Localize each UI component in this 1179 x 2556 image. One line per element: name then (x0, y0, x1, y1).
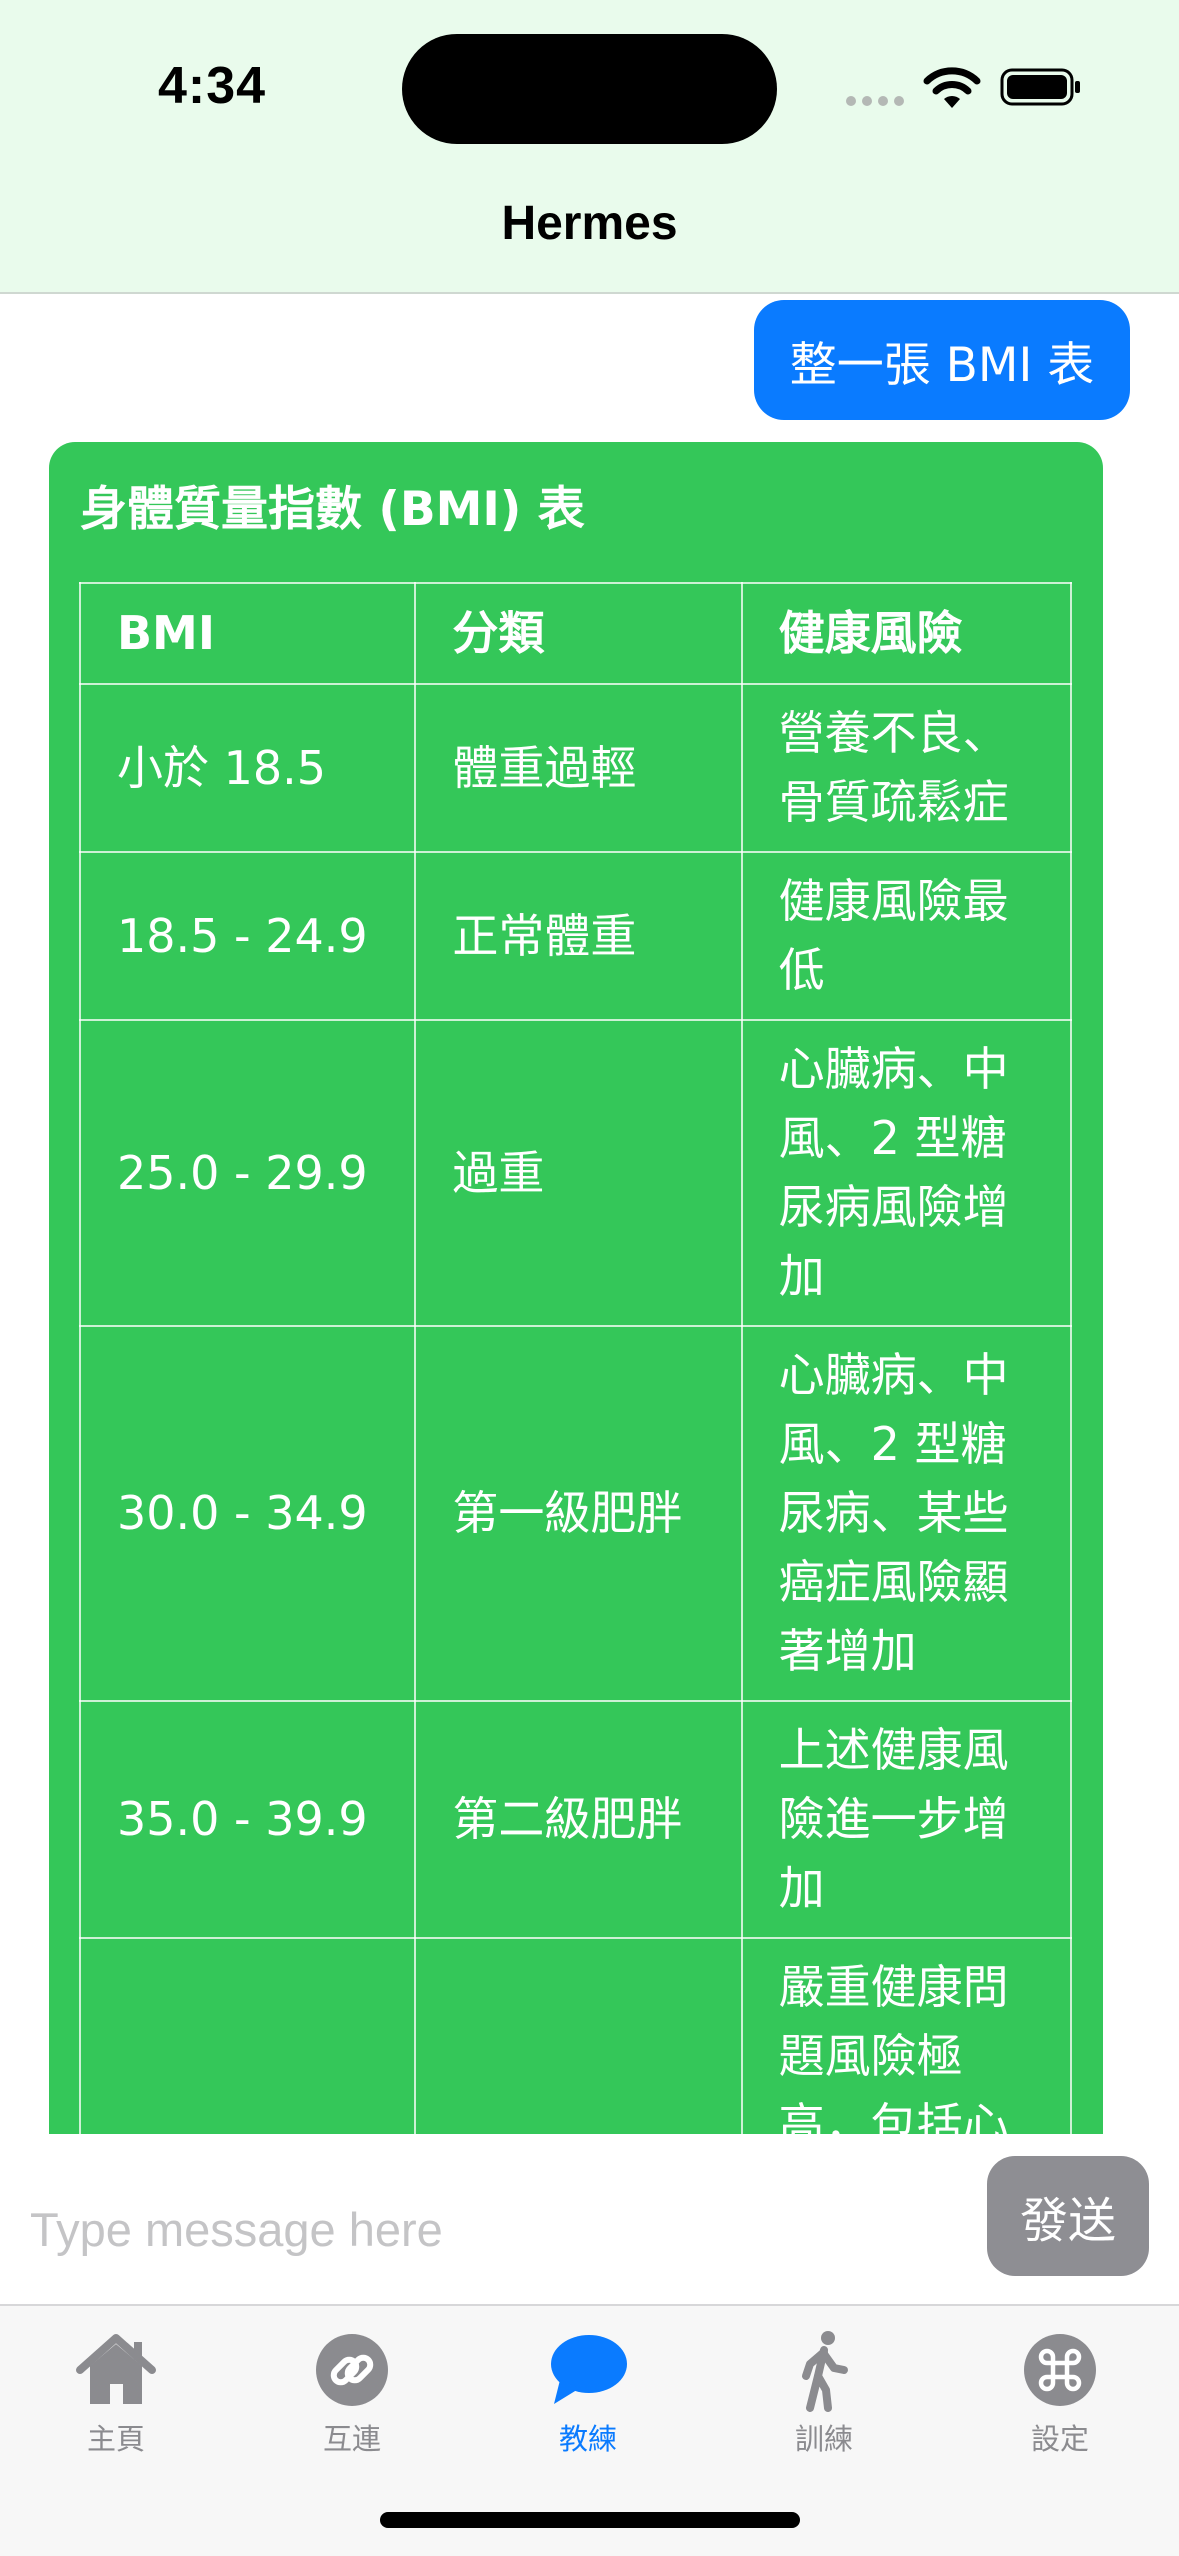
chat-area[interactable]: 整一張 BMI 表 身體質量指數 (BMI) 表 BMI 分類 健康風險 小於 … (0, 296, 1179, 2134)
top-bar: 4:34 Hermes (0, 0, 1179, 294)
status-time: 4:34 (158, 57, 267, 115)
bmi-cell: 小於 18.5 (78, 683, 417, 853)
table-row: 30.0 - 34.9 第一級肥胖 心臟病、中風、2 型糖尿病、某些癌症風險顯著… (78, 1325, 1073, 1702)
tab-label: 教練 (558, 2422, 617, 2456)
category-cell (414, 1937, 743, 2134)
bmi-cell: 18.5 - 24.9 (78, 851, 417, 1021)
chat-bubble-icon (551, 2335, 627, 2404)
signal-dots-icon (846, 96, 904, 106)
home-icon (76, 2334, 156, 2404)
message-composer: 發送 (0, 2134, 1179, 2304)
bmi-cell (78, 1937, 417, 2134)
command-icon (1024, 2334, 1096, 2406)
wifi-icon (923, 67, 981, 108)
battery-icon (1000, 68, 1080, 106)
category-cell: 正常體重 (414, 851, 743, 1021)
page-title: Hermes (501, 197, 678, 250)
bmi-table: BMI 分類 健康風險 小於 18.5 體重過輕 營養不良、骨質疏鬆症 18.5… (78, 582, 1073, 2134)
bmi-cell: 25.0 - 29.9 (78, 1019, 417, 1327)
table-row: 小於 18.5 體重過輕 營養不良、骨質疏鬆症 (78, 683, 1073, 853)
header-bmi: BMI (78, 582, 417, 685)
home-indicator[interactable] (380, 2512, 800, 2528)
tab-connect[interactable]: 互連 (272, 2328, 432, 2458)
table-row: 25.0 - 29.9 過重 心臟病、中風、2 型糖尿病風險增加 (78, 1019, 1073, 1327)
header-category: 分類 (414, 582, 743, 685)
table-row: 18.5 - 24.9 正常體重 健康風險最低 (78, 851, 1073, 1021)
message-input[interactable] (30, 2194, 960, 2264)
category-cell: 第一級肥胖 (414, 1325, 743, 1702)
tab-settings[interactable]: 設定 (980, 2328, 1140, 2458)
send-button[interactable]: 發送 (987, 2156, 1149, 2276)
risk-cell: 上述健康風險進一步增加 (740, 1700, 1073, 1939)
header-health-risk: 健康風險 (740, 582, 1073, 685)
tab-home[interactable]: 主頁 (36, 2328, 196, 2458)
tab-training[interactable]: 訓練 (744, 2328, 904, 2458)
tab-label: 訓練 (794, 2422, 853, 2456)
category-cell: 第二級肥胖 (414, 1700, 743, 1939)
tab-coach[interactable]: 教練 (508, 2328, 668, 2458)
category-cell: 過重 (414, 1019, 743, 1327)
category-cell: 體重過輕 (414, 683, 743, 853)
table-row: 嚴重健康問題風險極高，包括心 (78, 1937, 1073, 2134)
risk-cell: 營養不良、骨質疏鬆症 (740, 683, 1073, 853)
link-icon (316, 2334, 388, 2406)
risk-cell: 健康風險最低 (740, 851, 1073, 1021)
table-header-row: BMI 分類 健康風險 (78, 582, 1073, 685)
user-message-bubble: 整一張 BMI 表 (754, 300, 1130, 420)
risk-cell: 嚴重健康問題風險極高，包括心 (740, 1937, 1073, 2134)
tab-label: 互連 (322, 2422, 381, 2456)
bot-message-title: 身體質量指數 (BMI) 表 (80, 482, 585, 537)
risk-cell: 心臟病、中風、2 型糖尿病、某些癌症風險顯著增加 (740, 1325, 1073, 1702)
dynamic-island (402, 34, 777, 144)
bmi-cell: 35.0 - 39.9 (78, 1700, 417, 1939)
bot-message-bubble: 身體質量指數 (BMI) 表 BMI 分類 健康風險 小於 18.5 體重過輕 … (49, 442, 1103, 2134)
tab-label: 設定 (1030, 2422, 1089, 2456)
walking-figure-icon (802, 2331, 848, 2412)
risk-cell: 心臟病、中風、2 型糖尿病風險增加 (740, 1019, 1073, 1327)
bmi-cell: 30.0 - 34.9 (78, 1325, 417, 1702)
table-row: 35.0 - 39.9 第二級肥胖 上述健康風險進一步增加 (78, 1700, 1073, 1939)
tab-label: 主頁 (86, 2422, 145, 2456)
